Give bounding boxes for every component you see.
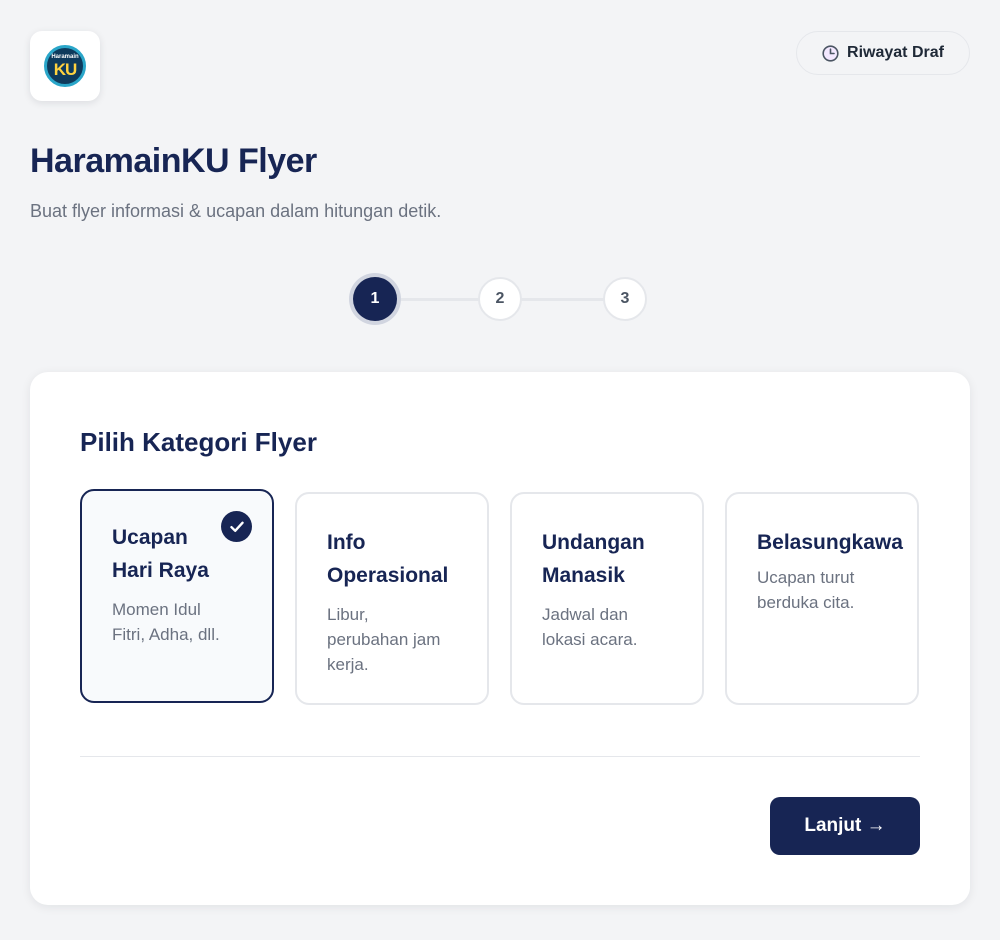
stepper-connector: [519, 298, 607, 301]
category-option-title: Info Operasional: [327, 531, 449, 587]
category-card-title: Pilih Kategori Flyer: [80, 427, 317, 457]
clock-icon: [822, 44, 839, 62]
category-option-belasungkawa[interactable]: Belasungkawa Ucapan turut berduka cita.: [725, 492, 919, 705]
category-option-description: Ucapan turut berduka cita.: [757, 568, 855, 612]
next-button[interactable]: Lanjut →: [770, 797, 920, 855]
category-option-info-operasional[interactable]: Info Operasional Libur, perubahan jam ke…: [295, 492, 489, 705]
logo-text-big: KU: [53, 60, 78, 79]
category-option-title: Belasungkawa: [757, 531, 903, 554]
category-option-title: Undangan Manasik: [542, 531, 645, 587]
draft-history-label: Riwayat Draf: [847, 44, 944, 61]
card-divider: [80, 756, 920, 757]
check-icon: [221, 511, 252, 542]
stepper-connector: [394, 298, 482, 301]
draft-history-button[interactable]: Riwayat Draf: [796, 31, 970, 75]
category-option-ucapan-hari-raya[interactable]: Ucapan Hari Raya Momen Idul Fitri, Adha,…: [80, 489, 274, 703]
step-3[interactable]: 3: [603, 277, 647, 321]
step-1[interactable]: 1: [353, 277, 397, 321]
category-option-description: Libur, perubahan jam kerja.: [327, 605, 441, 674]
stepper: 1 2 3: [350, 275, 650, 323]
category-option-description: Jadwal dan lokasi acara.: [542, 605, 638, 649]
page-title: HaramainKU Flyer: [30, 142, 317, 180]
category-card: Pilih Kategori Flyer Ucapan Hari Raya Mo…: [30, 372, 970, 905]
category-option-description: Momen Idul Fitri, Adha, dll.: [112, 600, 220, 644]
app-logo: Haramain KU: [30, 31, 100, 101]
page: Haramain KU Riwayat Draf HaramainKU Flye…: [0, 0, 1000, 940]
page-subtitle: Buat flyer informasi & ucapan dalam hitu…: [30, 201, 442, 221]
haramainku-logo-icon: Haramain KU: [44, 45, 86, 87]
category-option-undangan-manasik[interactable]: Undangan Manasik Jadwal dan lokasi acara…: [510, 492, 704, 705]
step-2[interactable]: 2: [478, 277, 522, 321]
